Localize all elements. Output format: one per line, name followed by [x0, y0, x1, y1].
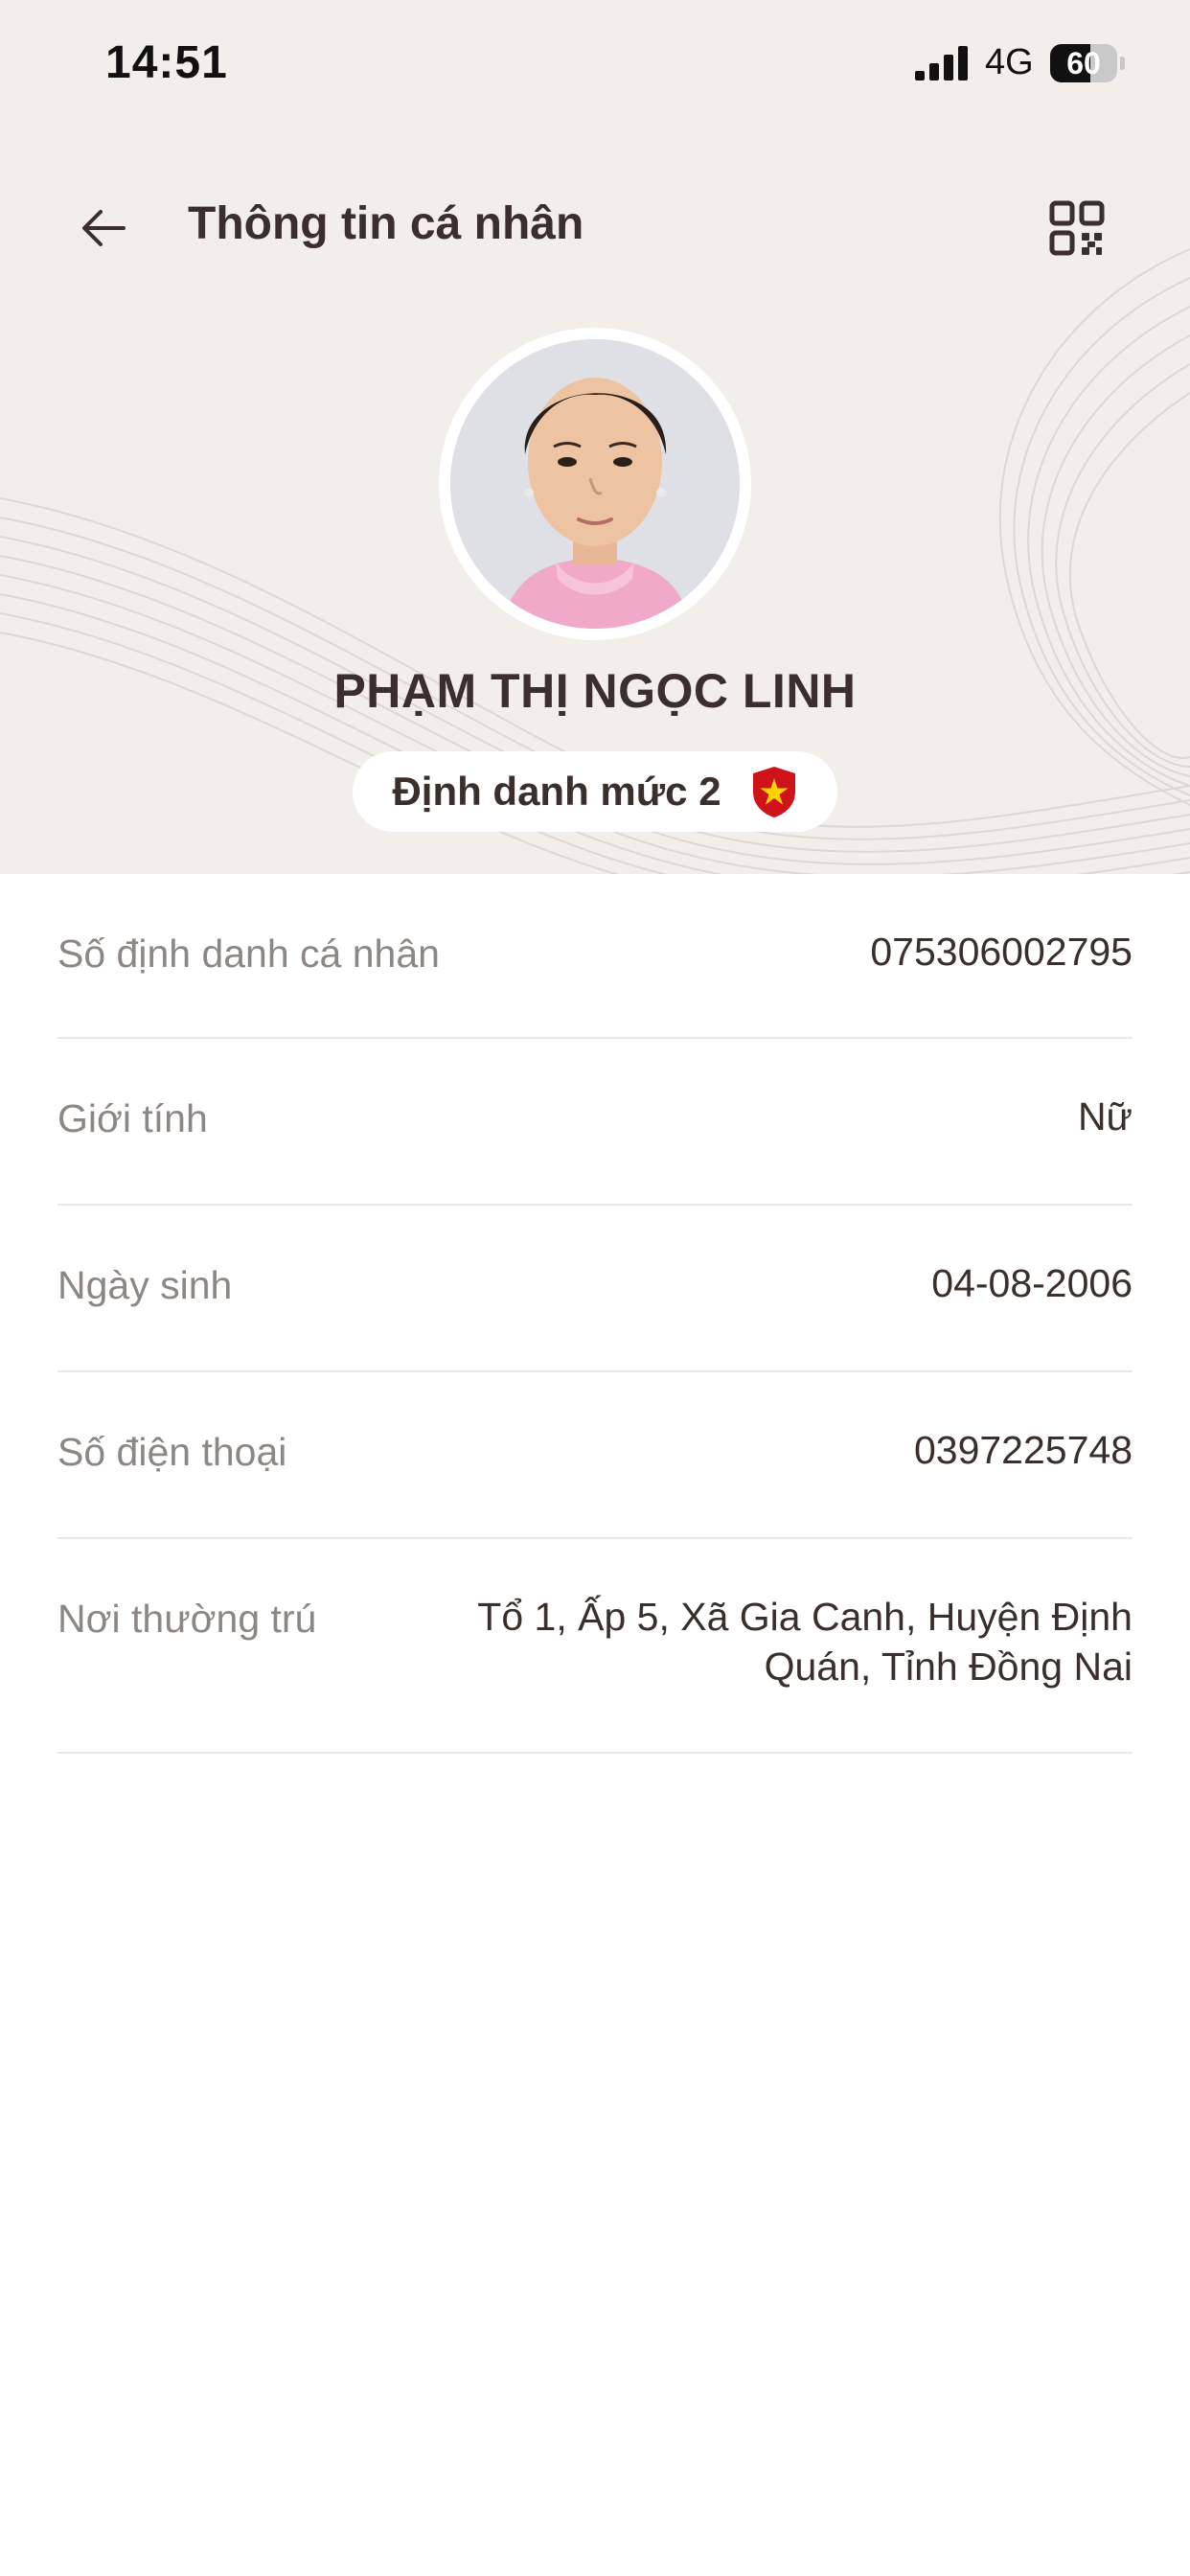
avatar: [439, 328, 751, 640]
info-row-birth-date: Ngày sinh 04-08-2006: [57, 1206, 1133, 1372]
info-value: Tổ 1, Ấp 5, Xã Gia Canh, Huyện Định Quán…: [477, 1595, 1133, 1689]
info-label: Ngày sinh: [57, 1263, 233, 1307]
qr-code-icon: [1049, 200, 1105, 256]
shield-star-icon: [752, 767, 795, 817]
info-value: 0397225748: [913, 1428, 1133, 1472]
info-label: Số điện thoại: [57, 1430, 287, 1474]
info-value: 075306002795: [870, 930, 1133, 974]
info-label: Số định danh cá nhân: [57, 932, 440, 976]
status-bar: 14:51 4G 60: [0, 0, 1190, 134]
identity-level-label: Định danh mức 2: [392, 769, 721, 814]
info-row-gender: Giới tính Nữ: [57, 1039, 1133, 1206]
info-label: Nơi thường trú: [57, 1597, 317, 1641]
info-value: 04-08-2006: [931, 1261, 1133, 1305]
network-type: 4G: [985, 42, 1034, 82]
qr-code-button[interactable]: [1041, 192, 1113, 264]
page-title: Thông tin cá nhân: [188, 198, 584, 249]
info-row-id-number: Số định danh cá nhân 075306002795: [57, 874, 1133, 1039]
battery-percentage: 60: [1066, 46, 1101, 80]
info-row-phone: Số điện thoại 0397225748: [57, 1372, 1133, 1539]
cellular-signal-icon: [915, 46, 968, 80]
info-value: Nữ: [1077, 1094, 1133, 1138]
info-row-permanent-address: Nơi thường trú Tổ 1, Ấp 5, Xã Gia Canh, …: [57, 1539, 1133, 1754]
info-label: Giới tính: [57, 1096, 208, 1140]
personal-info-list: Số định danh cá nhân 075306002795 Giới t…: [57, 874, 1133, 1754]
status-time: 14:51: [105, 37, 228, 88]
back-button[interactable]: [67, 192, 140, 264]
person-name: PHẠM THỊ NGỌC LINH: [333, 664, 857, 718]
battery-icon: 60: [1050, 44, 1127, 82]
profile-photo: [450, 339, 740, 629]
identity-level-badge[interactable]: Định danh mức 2: [353, 751, 837, 832]
back-arrow-icon: [82, 210, 126, 246]
